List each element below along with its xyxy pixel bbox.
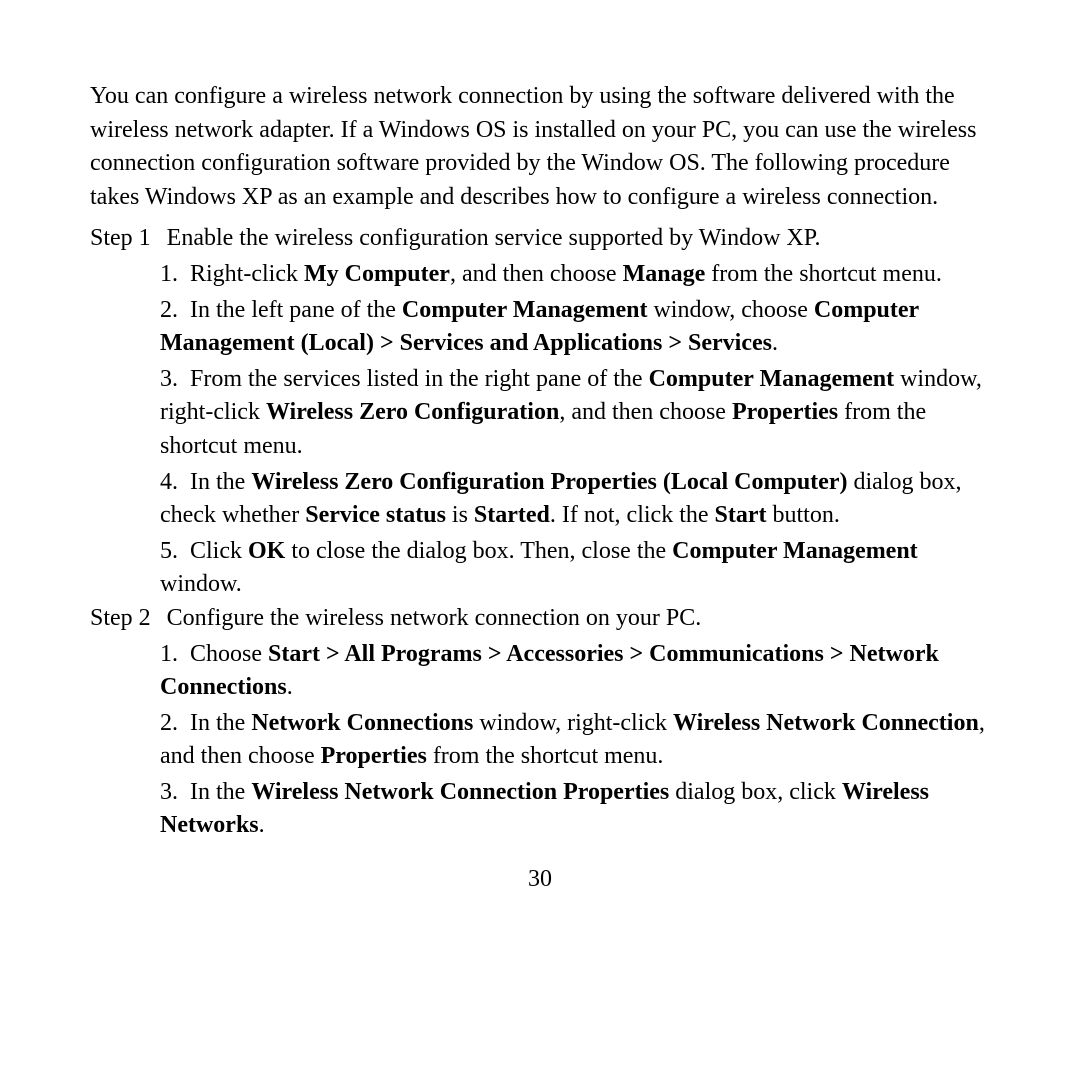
- substep-text: , and then choose: [450, 261, 623, 287]
- bold-term: Manage: [623, 261, 706, 287]
- bold-term: Wireless Network Connection: [673, 710, 979, 736]
- step-2-sub-3: 3. In the Wireless Network Connection Pr…: [160, 776, 990, 843]
- bold-term: Computer Management: [672, 538, 918, 564]
- document-page: You can configure a wireless network con…: [0, 0, 1080, 937]
- bold-term: Start > All Programs > Accessories > Com…: [160, 641, 939, 701]
- substep-text: Right-click: [190, 261, 304, 287]
- bold-term: Computer Management: [402, 297, 648, 323]
- intro-paragraph: You can configure a wireless network con…: [90, 80, 990, 214]
- substep-text: Choose: [190, 641, 268, 667]
- step-2-title: Configure the wireless network connectio…: [167, 602, 990, 636]
- bold-term: My Computer: [304, 261, 450, 287]
- substep-number: 2.: [160, 710, 178, 736]
- page-number: 30: [90, 863, 990, 897]
- substep-number: 1.: [160, 261, 178, 287]
- step-1-substeps: 1. Right-click My Computer, and then cho…: [90, 258, 990, 602]
- bold-term: Started: [474, 502, 550, 528]
- substep-text: from the shortcut menu.: [427, 743, 664, 769]
- substep-number: 1.: [160, 641, 178, 667]
- substep-text: , and then choose: [559, 399, 732, 425]
- substep-text: .: [772, 330, 778, 356]
- step-1-label: Step 1: [90, 222, 167, 256]
- substep-text: dialog box, click: [669, 779, 842, 805]
- substep-text: to close the dialog box. Then, close the: [285, 538, 672, 564]
- substep-text: button.: [767, 502, 840, 528]
- step-1: Step 1 Enable the wireless configuration…: [90, 222, 990, 256]
- substep-text: In the left pane of the: [190, 297, 402, 323]
- bold-term: Wireless Network Connection Properties: [251, 779, 669, 805]
- step-1-sub-2: 2. In the left pane of the Computer Mana…: [160, 294, 990, 361]
- step-1-title: Enable the wireless configuration servic…: [167, 222, 990, 256]
- bold-term: Properties: [321, 743, 427, 769]
- substep-text: from the shortcut menu.: [705, 261, 942, 287]
- substep-text: In the: [190, 469, 251, 495]
- bold-term: Network Connections: [251, 710, 473, 736]
- substep-text: window, right-click: [473, 710, 673, 736]
- substep-text: In the: [190, 779, 251, 805]
- substep-text: is: [446, 502, 474, 528]
- bold-term: OK: [248, 538, 285, 564]
- step-1-sub-5: 5. Click OK to close the dialog box. The…: [160, 535, 990, 602]
- substep-number: 2.: [160, 297, 178, 323]
- bold-term: Wireless Zero Configuration Properties (…: [251, 469, 847, 495]
- substep-number: 3.: [160, 779, 178, 805]
- substep-text: .: [287, 674, 293, 700]
- substep-number: 5.: [160, 538, 178, 564]
- step-2-sub-1: 1. Choose Start > All Programs > Accesso…: [160, 638, 990, 705]
- bold-term: Computer Management: [649, 366, 895, 392]
- step-1-sub-4: 4. In the Wireless Zero Configuration Pr…: [160, 466, 990, 533]
- substep-text: window.: [160, 571, 242, 597]
- bold-term: Start: [715, 502, 767, 528]
- substep-text: Click: [190, 538, 248, 564]
- substep-number: 4.: [160, 469, 178, 495]
- step-2: Step 2 Configure the wireless network co…: [90, 602, 990, 636]
- bold-term: Properties: [732, 399, 838, 425]
- step-1-sub-3: 3. From the services listed in the right…: [160, 363, 990, 464]
- substep-text: .: [259, 812, 265, 838]
- bold-term: Wireless Zero Configuration: [266, 399, 559, 425]
- step-1-sub-1: 1. Right-click My Computer, and then cho…: [160, 258, 990, 292]
- substep-text: window, choose: [647, 297, 813, 323]
- substep-number: 3.: [160, 366, 178, 392]
- step-2-label: Step 2: [90, 602, 167, 636]
- step-2-substeps: 1. Choose Start > All Programs > Accesso…: [90, 638, 990, 844]
- substep-text: . If not, click the: [550, 502, 715, 528]
- bold-term: Service status: [305, 502, 446, 528]
- step-2-sub-2: 2. In the Network Connections window, ri…: [160, 707, 990, 774]
- substep-text: From the services listed in the right pa…: [190, 366, 649, 392]
- substep-text: In the: [190, 710, 251, 736]
